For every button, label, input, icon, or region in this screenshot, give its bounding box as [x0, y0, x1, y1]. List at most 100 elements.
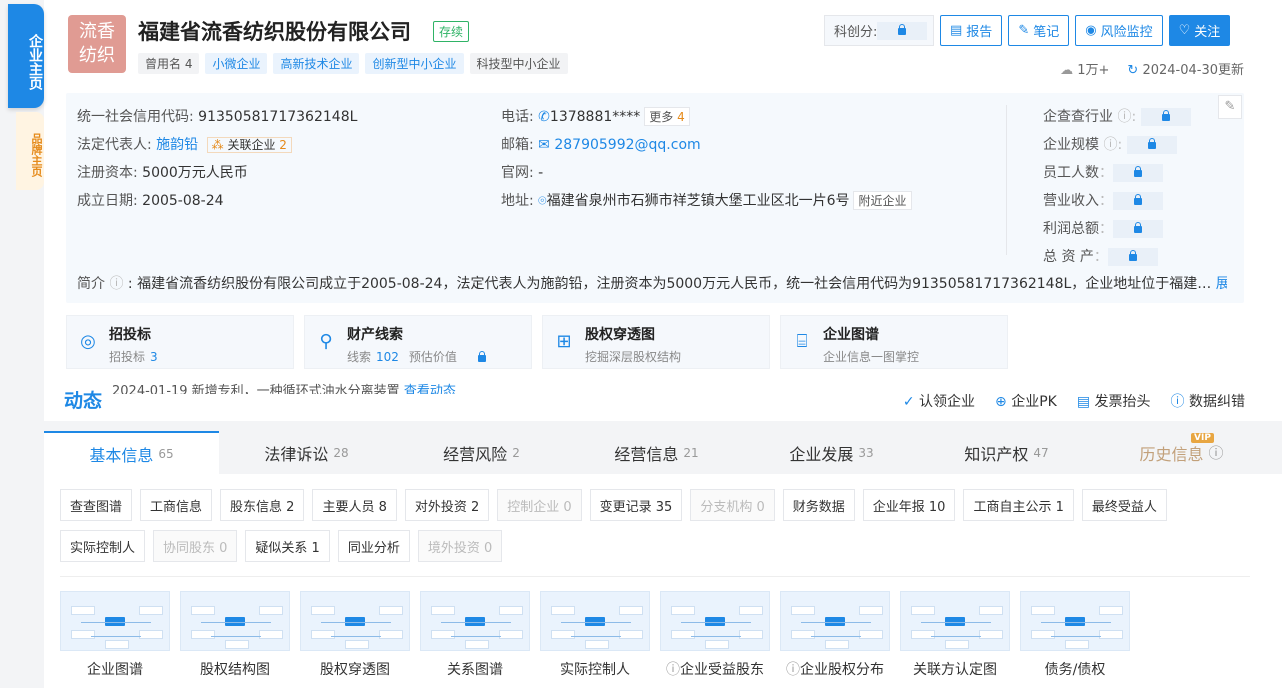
metric-row: 总 资 产：	[1043, 246, 1158, 266]
node-box	[859, 630, 883, 639]
section-chip[interactable]: 境外投资 0	[417, 530, 503, 562]
section-chip[interactable]: 协同股东 0	[153, 530, 238, 562]
location-icon: ⌾	[538, 193, 547, 209]
section-chip[interactable]: 最终受益人	[1081, 489, 1167, 521]
section-chip[interactable]: 对外投资 2	[404, 489, 490, 521]
graph-item[interactable]: 债务/债权	[1020, 591, 1130, 679]
divider	[1006, 105, 1007, 255]
tab-5[interactable]: 知识产权 47	[919, 431, 1094, 474]
node-box	[139, 606, 163, 615]
graph-title: 企业受益股东	[680, 662, 764, 678]
company-tag[interactable]: 小微企业	[205, 53, 268, 74]
credit-code: 91350581717362148L	[198, 109, 358, 125]
section-chip[interactable]: 实际控制人	[60, 530, 146, 562]
kechuang-score[interactable]: 科创分:	[824, 15, 934, 46]
graph-item[interactable]: ⓘ企业受益股东	[660, 591, 770, 679]
lock-icon[interactable]	[1140, 108, 1191, 126]
tab-6[interactable]: 历史信息 VIP ⓘ	[1094, 431, 1269, 474]
asset-clues-card[interactable]: ⚲ 财产线索 线索 102 预估价值	[304, 315, 532, 369]
expand-link[interactable]: 展开	[1216, 276, 1227, 292]
correction-button[interactable]: ⓘ 数据纠错	[1171, 391, 1245, 411]
tab-3[interactable]: 经营信息 21	[569, 431, 744, 474]
company-tag[interactable]: 高新技术企业	[273, 53, 360, 74]
feature-title: 股权穿透图	[585, 327, 655, 343]
brand-home-tab[interactable]: 品牌主页	[16, 112, 44, 190]
node-box	[671, 606, 695, 615]
section-chip[interactable]: 主要人员 8	[312, 489, 397, 521]
graph-item[interactable]: 实际控制人	[540, 591, 650, 679]
claim-icon: ✓	[902, 394, 920, 410]
node-box	[379, 630, 403, 639]
graph-item[interactable]: 股权结构图	[180, 591, 290, 679]
graph-item[interactable]: ⓘ企业股权分布	[780, 591, 890, 679]
section-chip[interactable]: 控制企业 0	[497, 489, 582, 521]
legal-rep-link[interactable]: 施韵铅	[156, 137, 198, 153]
company-tag[interactable]: 创新型中小企业	[365, 53, 464, 74]
section-chip[interactable]: 疑似关系 1	[245, 530, 330, 562]
invoice-button[interactable]: ▤ 发票抬头	[1077, 391, 1151, 411]
section-chip[interactable]: 变更记录 35	[589, 489, 683, 521]
view-news-link[interactable]: 查看动态	[404, 384, 456, 394]
tab-2[interactable]: 经营风险 2	[394, 431, 569, 474]
info-icon: ⓘ	[1208, 444, 1224, 462]
edit-icon[interactable]: ✎	[1218, 95, 1242, 119]
lock-icon[interactable]	[1107, 248, 1158, 266]
claim-button[interactable]: ✓ 认领企业	[903, 391, 975, 411]
graph-thumbnail	[660, 591, 770, 651]
company-tag[interactable]: 科技型中小企业	[469, 53, 568, 74]
note-button[interactable]: ✎ 笔记	[1008, 15, 1070, 46]
graph-item[interactable]: 股权穿透图	[300, 591, 410, 679]
nearby-companies-button[interactable]: 附近企业	[853, 191, 912, 210]
news-label: 动态	[64, 390, 103, 412]
enterprise-graph-card[interactable]: ⌸ 企业图谱 企业信息一图掌控	[780, 315, 1008, 369]
section-chip[interactable]: 财务数据	[782, 489, 855, 521]
related-companies[interactable]: ⁂ 关联企业 2	[206, 137, 292, 153]
graph-item[interactable]: 企业图谱	[60, 591, 170, 679]
risk-monitor-button[interactable]: ◉ 风险监控	[1075, 15, 1163, 46]
graph-title: 实际控制人	[560, 662, 630, 678]
tab-1[interactable]: 法律诉讼 28	[219, 431, 394, 474]
follow-button[interactable]: ♡ 关注	[1168, 15, 1231, 46]
pk-button[interactable]: ⊕ 企业PK	[995, 391, 1057, 411]
edge-line	[81, 622, 151, 623]
metric-row: 营业收入：	[1043, 190, 1163, 210]
graph-label: ⓘ企业受益股东	[660, 659, 770, 679]
company-tag[interactable]: 曾用名 4	[138, 53, 200, 74]
section-chip[interactable]: 同业分析	[337, 530, 410, 562]
tab-label: 经营风险	[443, 444, 508, 464]
email-link[interactable]: 287905992@qq.com	[554, 137, 700, 153]
edge-line	[681, 622, 751, 623]
edge-line	[91, 636, 141, 637]
section-chip[interactable]: 企业年报 10	[862, 489, 956, 521]
founded-row: 成立日期: 2005-08-24	[77, 193, 224, 209]
lock-icon[interactable]	[1126, 136, 1177, 154]
target-icon: ◎	[80, 331, 96, 352]
phone-more-button[interactable]: 更多 4	[644, 107, 690, 126]
lock-icon[interactable]	[1113, 192, 1163, 210]
bidding-card[interactable]: ◎ 招投标 招投标 3	[66, 315, 294, 369]
lock-icon[interactable]	[1113, 220, 1163, 238]
update-date[interactable]: ↻ 2024-04-30更新	[1127, 59, 1244, 78]
edge-line	[1051, 636, 1101, 637]
graph-label: 股权穿透图	[300, 659, 410, 679]
graph-item[interactable]: 关联方认定图	[900, 591, 1010, 679]
enterprise-home-tab[interactable]: 企业主页	[8, 4, 44, 108]
section-chip[interactable]: 查查图谱	[60, 489, 133, 521]
section-chip[interactable]: 工商自主公示 1	[963, 489, 1074, 521]
metric-row: 企查查行业 ⓘ:	[1043, 106, 1191, 126]
report-button[interactable]: ▤ 报告	[940, 15, 1003, 46]
equity-penetration-card[interactable]: ⊞ 股权穿透图 挖掘深层股权结构	[542, 315, 770, 369]
section-chip[interactable]: 工商信息	[140, 489, 213, 521]
tab-0[interactable]: 基本信息 65	[44, 431, 219, 474]
tab-label: 法律诉讼	[264, 444, 329, 464]
views-count: ☁ 1万+	[1060, 63, 1110, 78]
section-chip[interactable]: 股东信息 2	[220, 489, 305, 521]
lock-icon[interactable]	[1113, 164, 1163, 182]
tab-4[interactable]: 企业发展 33	[744, 431, 919, 474]
metric-label: 营业收入	[1043, 193, 1099, 209]
invoice-icon: ▤	[1076, 394, 1095, 410]
node-box	[225, 640, 249, 649]
graph-item[interactable]: 关系图谱	[420, 591, 530, 679]
section-chip[interactable]: 分支机构 0	[690, 489, 775, 521]
metric-label: 企查查行业	[1043, 109, 1113, 125]
